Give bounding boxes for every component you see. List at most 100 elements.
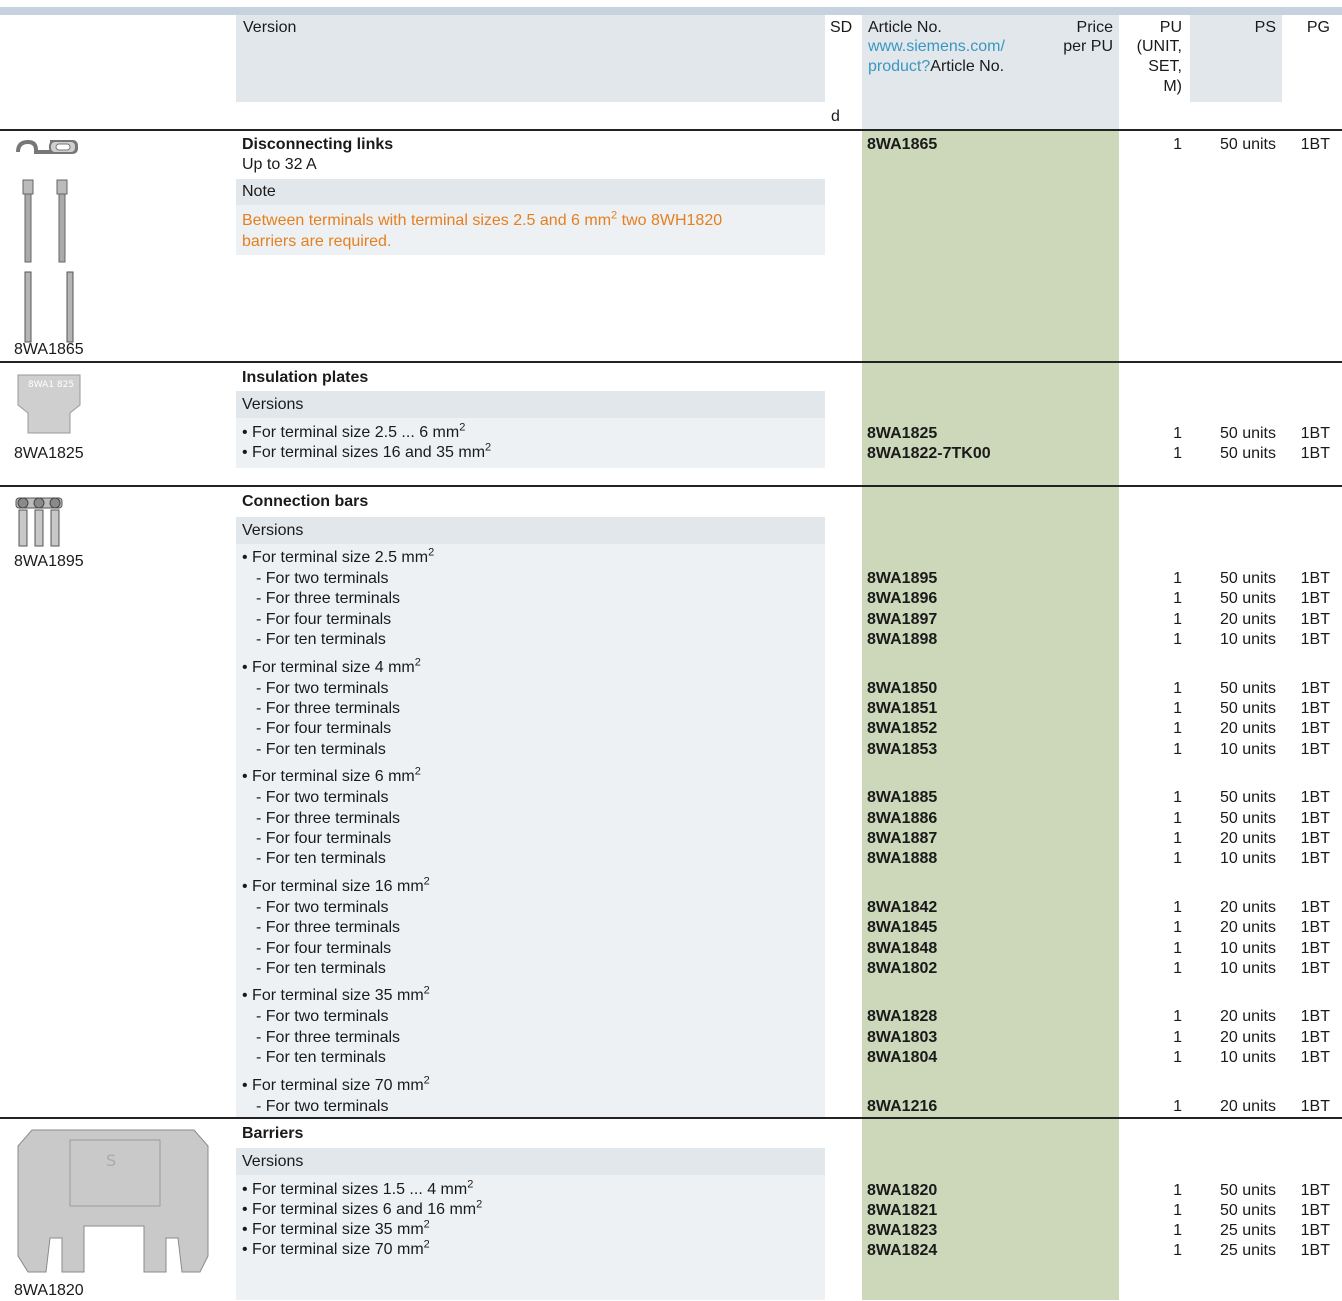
- note-text-b: two 8WH1820: [617, 212, 723, 229]
- note-text-a: Between terminals with terminal sizes 2.…: [242, 212, 612, 229]
- header-pu-3: SET,: [1148, 58, 1182, 75]
- header-article-link-1[interactable]: www.siemens.com/: [868, 38, 1005, 56]
- ps-value: 20 units: [1219, 1008, 1276, 1026]
- article-number[interactable]: 8WA1885: [867, 788, 937, 808]
- separator-header: [0, 129, 1342, 131]
- article-number[interactable]: 8WA1845: [867, 918, 937, 938]
- pg-value: 1BT: [1300, 939, 1330, 957]
- ps-value: 10 units: [1219, 939, 1276, 957]
- pg-value: 1BT: [1300, 1008, 1330, 1026]
- article-number[interactable]: 8WA1850: [867, 679, 937, 699]
- pu-value: 1: [1173, 445, 1182, 462]
- article-number[interactable]: 8WA1865: [867, 135, 937, 155]
- article-number[interactable]: 8WA1897: [867, 610, 937, 630]
- version-text: • For terminal size 35 mm2: [242, 1219, 430, 1240]
- version-text: - For two terminals: [256, 898, 389, 916]
- disconnecting-link-image: [16, 139, 78, 343]
- article-number[interactable]: 8WA1888: [867, 849, 937, 869]
- header-price-1: Price: [1076, 19, 1113, 36]
- version-label: • For terminal sizes 6 and 16 mm: [242, 1201, 477, 1218]
- ps-value: 10 units: [1219, 850, 1276, 868]
- pg-value: 1BT: [1300, 1202, 1330, 1219]
- version-text: - For four terminals: [256, 610, 392, 628]
- version-sup: 2: [423, 1238, 430, 1251]
- barrier-image: S: [17, 1129, 209, 1273]
- header-article-link-2a[interactable]: product?: [868, 58, 930, 75]
- pu-value: 1: [1173, 789, 1182, 807]
- article-number[interactable]: 8WA1828: [867, 1007, 937, 1027]
- pg-value: 1BT: [1300, 1097, 1330, 1115]
- version-text: • For terminal size 70 mm2: [242, 1238, 430, 1260]
- pg-value: 1BT: [1300, 136, 1330, 153]
- group-heading-label: • For terminal size 70 mm: [242, 1076, 424, 1094]
- article-number[interactable]: 8WA1853: [867, 740, 937, 760]
- article-number[interactable]: 8WA1852: [867, 719, 937, 739]
- article-number[interactable]: 8WA1803: [867, 1028, 937, 1048]
- group-heading: • For terminal size 35 mm2: [242, 986, 430, 1006]
- article-number[interactable]: 8WA1887: [867, 829, 937, 849]
- ps-value: 50 units: [1219, 425, 1276, 442]
- ps-value: 10 units: [1219, 631, 1276, 649]
- version-text: - For ten terminals: [256, 1049, 386, 1067]
- group-heading-sup: 2: [414, 765, 421, 778]
- group-heading: • For terminal size 70 mm2: [242, 1075, 430, 1096]
- version-text: - For two terminals: [256, 789, 389, 807]
- article-number[interactable]: 8WA1886: [867, 809, 937, 829]
- version-sup: 2: [476, 1198, 483, 1211]
- header-article-link-2[interactable]: product?Article No.: [868, 58, 1004, 76]
- pg-value: 1BT: [1300, 809, 1330, 827]
- section-title: Insulation plates: [242, 369, 369, 386]
- version-text: - For three terminals: [256, 809, 401, 827]
- article-number[interactable]: 8WA1821: [867, 1201, 937, 1221]
- group-heading-sup: 2: [423, 875, 430, 888]
- ps-value: 25 units: [1219, 1222, 1276, 1239]
- group-heading-label: • For terminal size 35 mm: [242, 987, 424, 1005]
- ps-value: 50 units: [1219, 445, 1276, 462]
- article-number[interactable]: 8WA1216: [867, 1097, 937, 1117]
- article-number[interactable]: 8WA1898: [867, 630, 937, 650]
- version-sup: 2: [459, 421, 466, 434]
- article-number[interactable]: 8WA1804: [867, 1048, 937, 1068]
- pu-value: 1: [1173, 425, 1182, 442]
- pg-value: 1BT: [1300, 570, 1330, 587]
- article-number[interactable]: 8WA1802: [867, 959, 937, 979]
- ps-value: 20 units: [1219, 830, 1276, 847]
- article-number[interactable]: 8WA1823: [867, 1221, 937, 1241]
- ps-value: 50 units: [1219, 700, 1276, 717]
- article-number[interactable]: 8WA1842: [867, 898, 937, 918]
- top-rule: [0, 7, 1342, 15]
- versions-label: Versions: [242, 396, 304, 413]
- ps-value: 10 units: [1219, 740, 1276, 758]
- article-number[interactable]: 8WA1895: [867, 569, 937, 589]
- pg-value: 1BT: [1300, 1049, 1330, 1067]
- pu-value: 1: [1173, 590, 1182, 608]
- version-label: • For terminal size 35 mm: [242, 1221, 424, 1238]
- article-number[interactable]: 8WA1851: [867, 699, 937, 719]
- pg-value: 1BT: [1300, 679, 1330, 697]
- group-heading-label: • For terminal size 4 mm: [242, 658, 415, 676]
- ps-value: 10 units: [1219, 960, 1276, 977]
- article-number[interactable]: 8WA1825: [867, 424, 937, 444]
- article-number[interactable]: 8WA1896: [867, 589, 937, 609]
- ps-value: 20 units: [1219, 898, 1276, 916]
- header-pu-1: PU: [1159, 19, 1182, 36]
- article-number[interactable]: 8WA1822-7TK00: [867, 444, 991, 464]
- pg-value: 1BT: [1300, 919, 1330, 937]
- pu-value: 1: [1173, 960, 1182, 977]
- article-number[interactable]: 8WA1820: [867, 1181, 937, 1201]
- article-number[interactable]: 8WA1824: [867, 1241, 937, 1261]
- pg-value: 1BT: [1300, 789, 1330, 807]
- article-number[interactable]: 8WA1848: [867, 939, 937, 959]
- insulation-plate-image: 8WA1 825: [17, 374, 81, 434]
- ps-value: 20 units: [1219, 1097, 1276, 1115]
- ps-value: 50 units: [1219, 1202, 1276, 1219]
- pu-value: 1: [1173, 1049, 1182, 1067]
- version-text: - For three terminals: [256, 919, 401, 937]
- ps-value: 20 units: [1219, 919, 1276, 937]
- pu-value: 1: [1173, 720, 1182, 738]
- section-title: Connection bars: [242, 493, 369, 510]
- header-price-2: per PU: [1063, 38, 1113, 55]
- version-text: • For terminal sizes 16 and 35 mm2: [242, 442, 491, 463]
- pg-value: 1BT: [1300, 590, 1330, 608]
- version-text: • For terminal sizes 1.5 ... 4 mm2: [242, 1179, 473, 1200]
